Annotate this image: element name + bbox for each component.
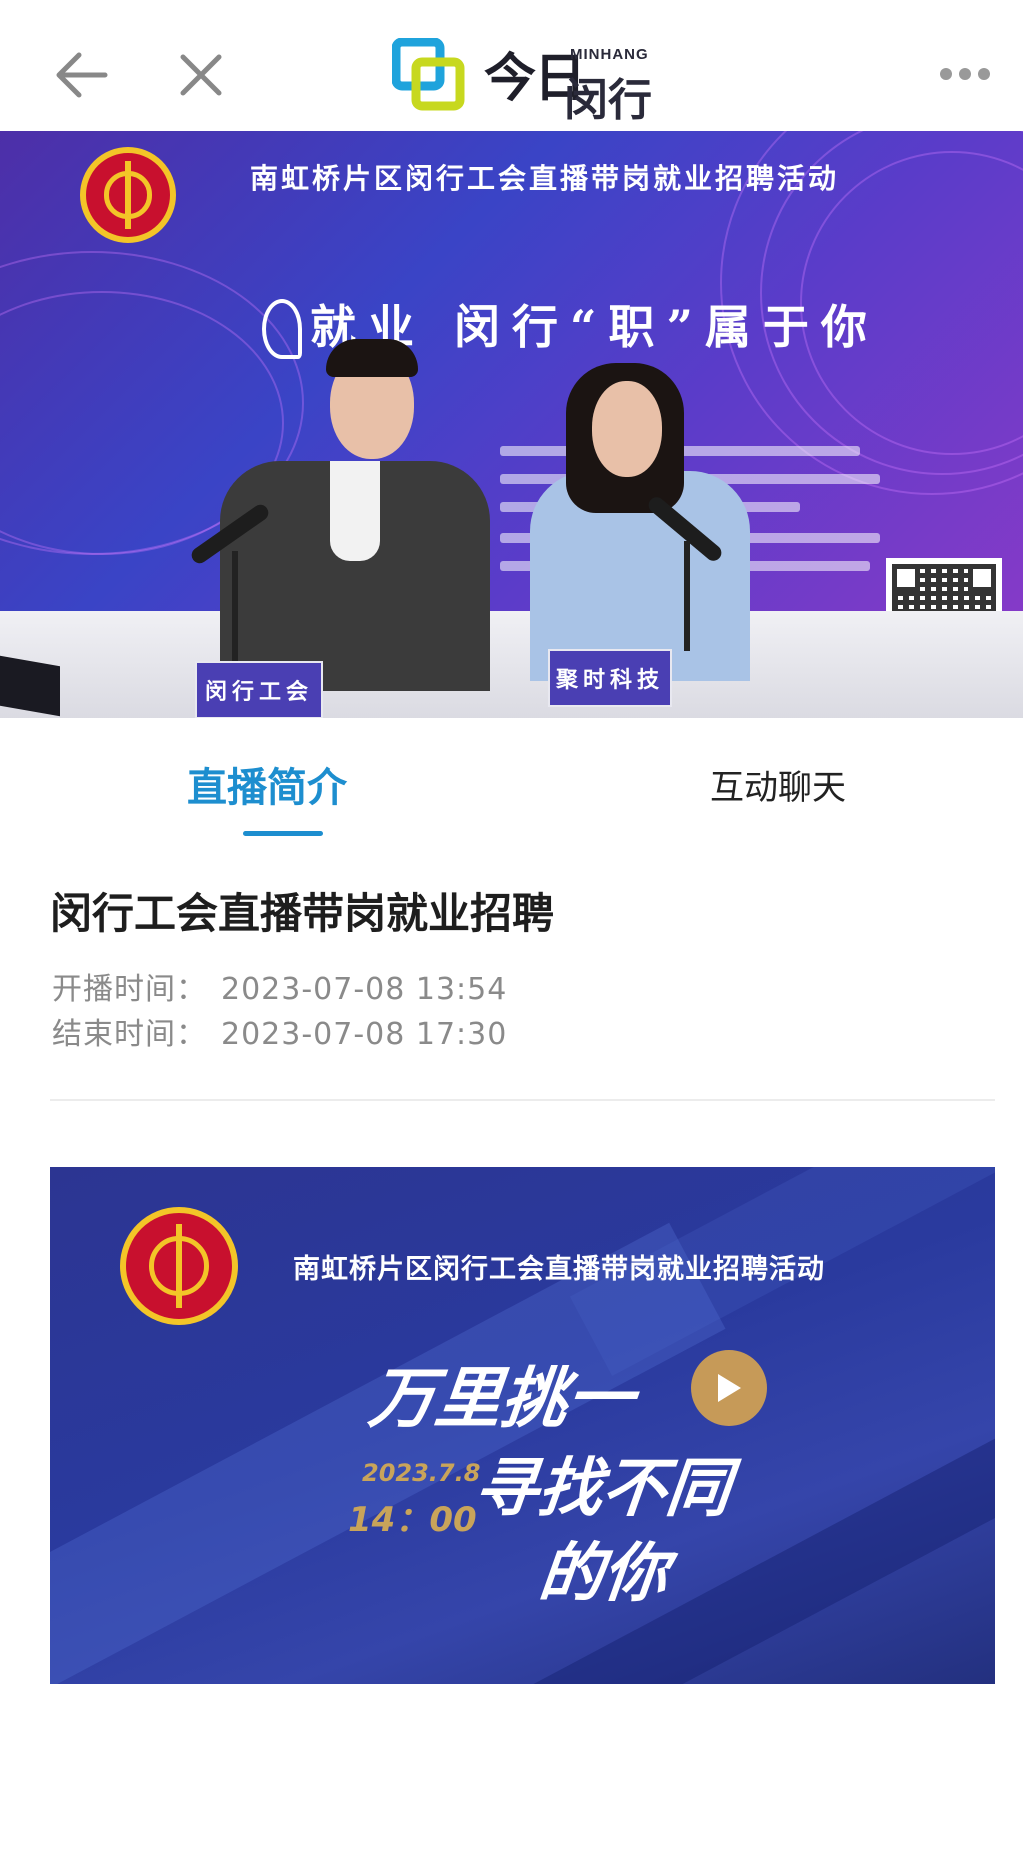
poster-headline-3: 的你 <box>535 1537 672 1611</box>
end-time-value: 2023-07-08 17:30 <box>221 1017 508 1052</box>
event-title: 闵行工会直播带岗就业招聘 <box>50 889 555 938</box>
host-female-head <box>592 381 662 477</box>
logo-mark-icon <box>392 38 465 111</box>
host-male <box>220 461 490 691</box>
poster-headline-2: 寻找不同 <box>470 1452 735 1526</box>
top-nav-bar: 今日 MINHANG 闵行 <box>0 0 1023 131</box>
mic-stand-right <box>684 541 690 651</box>
nameplate-left: 闵行工会 <box>195 661 323 718</box>
start-time-row: 开播时间： 2023-07-08 13:54 <box>52 964 507 1008</box>
logo-english: MINHANG <box>570 46 649 63</box>
event-poster-video[interactable]: 南虹桥片区闵行工会直播带岗就业招聘活动 万里挑一 2023.7.8 14：00 … <box>50 1167 995 1684</box>
poster-date: 2023.7.8 <box>362 1459 481 1487</box>
logo-chinese: 闵行 <box>564 75 652 126</box>
active-tab-indicator <box>243 831 323 836</box>
mic-stand-left <box>232 551 238 661</box>
studio-desk <box>0 611 1023 718</box>
union-emblem-icon <box>80 147 176 243</box>
play-button-icon[interactable] <box>691 1350 767 1426</box>
poster-headline-1: 万里挑一 <box>365 1360 638 1437</box>
union-emblem-icon <box>120 1207 238 1325</box>
end-time-row: 结束时间： 2023-07-08 17:30 <box>52 1009 507 1053</box>
section-divider <box>50 1099 995 1101</box>
back-arrow-icon[interactable] <box>46 40 116 110</box>
close-icon[interactable] <box>166 40 236 110</box>
start-time-value: 2023-07-08 13:54 <box>221 972 508 1007</box>
nameplate-right: 聚时科技 <box>548 649 672 707</box>
live-video-player[interactable]: 南虹桥片区闵行工会直播带岗就业招聘活动 就业 闵行“职”属于你 闵行工会 聚时科… <box>0 131 1023 718</box>
more-options-icon[interactable] <box>930 52 1000 96</box>
slogan-logo-icon <box>262 299 302 359</box>
host-male-hair <box>326 339 418 377</box>
video-banner-title: 南虹桥片区闵行工会直播带岗就业招聘活动 <box>250 162 840 195</box>
laptop <box>0 655 60 717</box>
tab-interactive-chat[interactable]: 互动聊天 <box>710 760 846 809</box>
tab-live-intro[interactable]: 直播简介 <box>187 755 347 813</box>
end-time-label: 结束时间： <box>52 1017 207 1052</box>
start-time-label: 开播时间： <box>52 972 207 1007</box>
app-logo: 今日 MINHANG 闵行 <box>392 30 662 126</box>
poster-time: 14：00 <box>348 1500 477 1540</box>
poster-title: 南虹桥片区闵行工会直播带岗就业招聘活动 <box>293 1254 825 1285</box>
